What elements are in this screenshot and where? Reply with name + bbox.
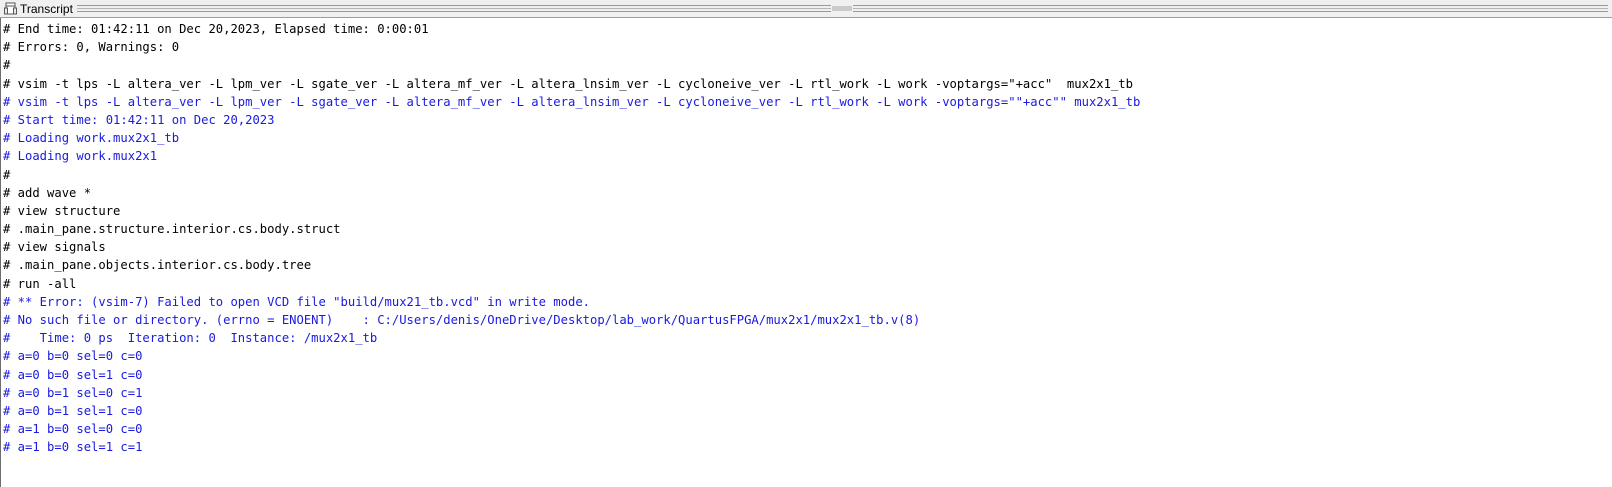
transcript-console[interactable]: # End time: 01:42:11 on Dec 20,2023, Ela… xyxy=(0,18,1612,487)
transcript-line: # vsim -t lps -L altera_ver -L lpm_ver -… xyxy=(3,76,1133,91)
transcript-line: # vsim -t lps -L altera_ver -L lpm_ver -… xyxy=(3,94,1141,109)
transcript-line: # Start time: 01:42:11 on Dec 20,2023 xyxy=(3,112,275,127)
transcript-titlebar[interactable]: Transcript xyxy=(0,0,1612,18)
transcript-line: # a=0 b=0 sel=0 c=0 xyxy=(3,349,143,364)
transcript-line: # Loading work.mux2x1_tb xyxy=(3,131,180,146)
transcript-line: # Errors: 0, Warnings: 0 xyxy=(3,40,180,55)
transcript-line: # a=0 b=0 sel=1 c=0 xyxy=(3,367,143,382)
transcript-line: # xyxy=(3,58,11,73)
transcript-line: # .main_pane.objects.interior.cs.body.tr… xyxy=(3,258,312,273)
grip-handle-icon[interactable] xyxy=(831,4,854,13)
transcript-line: # a=1 b=0 sel=0 c=0 xyxy=(3,422,143,437)
transcript-line: # a=1 b=0 sel=1 c=1 xyxy=(3,440,143,455)
transcript-line: # End time: 01:42:11 on Dec 20,2023, Ela… xyxy=(3,22,429,36)
transcript-line: # run -all xyxy=(3,276,77,291)
transcript-line: # xyxy=(3,167,11,182)
transcript-line: # No such file or directory. (errno = EN… xyxy=(3,313,921,327)
transcript-window: Transcript # End time: 01:42:11 on Dec 2… xyxy=(0,0,1612,487)
pane-drag-grip[interactable] xyxy=(76,4,1609,13)
transcript-line: # view signals xyxy=(3,240,106,255)
transcript-line: # add wave * xyxy=(3,185,92,200)
transcript-line: # view structure xyxy=(3,203,121,218)
transcript-line: # Loading work.mux2x1 xyxy=(3,149,158,164)
transcript-line: # a=0 b=1 sel=1 c=0 xyxy=(3,403,143,418)
transcript-line: # ** Error: (vsim-7) Failed to open VCD … xyxy=(3,294,590,309)
transcript-icon xyxy=(3,2,17,16)
transcript-line: # Time: 0 ps Iteration: 0 Instance: /mux… xyxy=(3,331,378,346)
transcript-line: # a=0 b=1 sel=0 c=1 xyxy=(3,385,143,400)
window-title: Transcript xyxy=(20,1,73,16)
transcript-line: # .main_pane.structure.interior.cs.body.… xyxy=(3,222,341,237)
